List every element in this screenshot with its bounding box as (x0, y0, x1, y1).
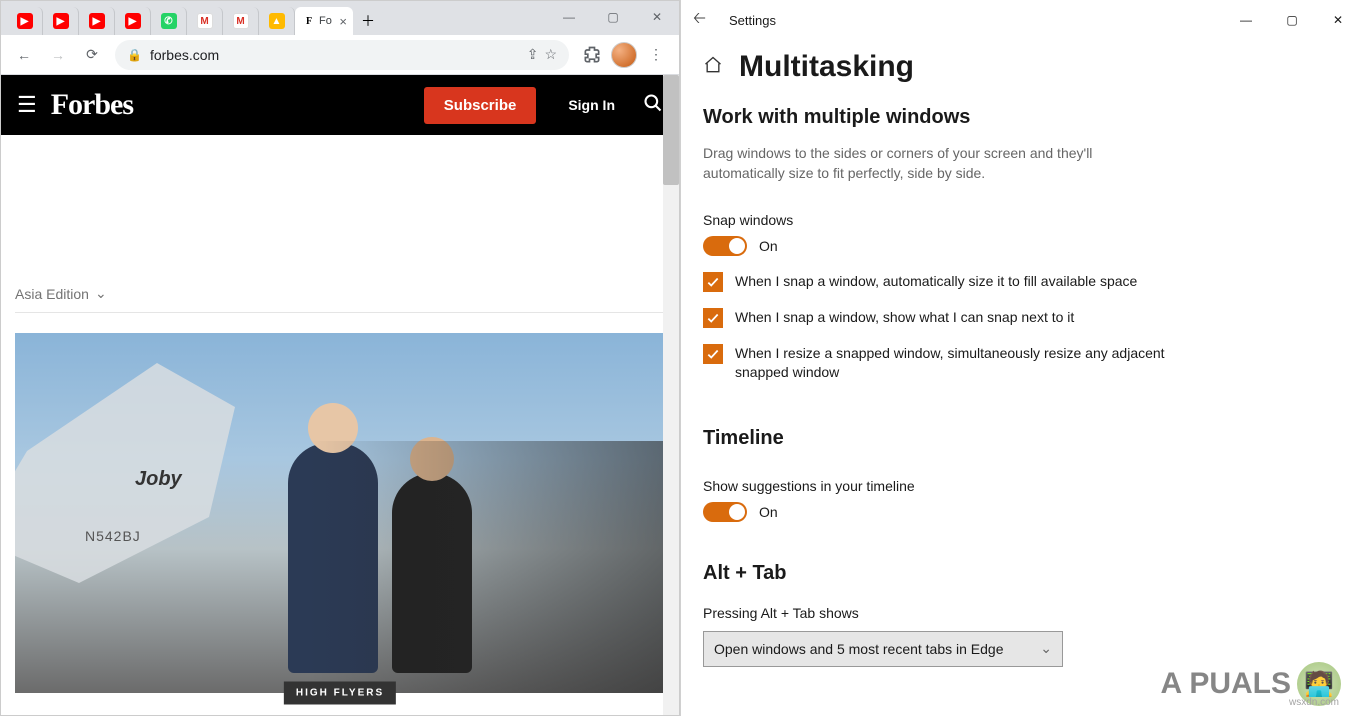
share-icon[interactable]: ⇪ (527, 46, 539, 63)
tab-item[interactable]: ▶ (43, 7, 79, 35)
minimize-button[interactable]: — (1223, 0, 1269, 40)
checkbox-snap-assist[interactable] (703, 308, 723, 328)
sign-in-link[interactable]: Sign In (568, 97, 615, 113)
page-heading: Multitasking (703, 50, 1339, 84)
timeline-suggestions-toggle[interactable] (703, 502, 747, 522)
favicon-forbes: F (301, 13, 317, 29)
checkbox-label: When I snap a window, automatically size… (735, 272, 1137, 292)
alt-tab-select[interactable]: Open windows and 5 most recent tabs in E… (703, 631, 1063, 667)
chrome-menu-icon[interactable]: ⋮ (641, 40, 671, 70)
maximize-button[interactable]: ▢ (591, 3, 635, 31)
site-logo[interactable]: Forbes (51, 88, 133, 122)
tab-item[interactable]: ▲ (259, 7, 295, 35)
chrome-titlebar: ▶ ▶ ▶ ▶ ✆ M M ▲ F Fo × ＋ — ▢ ✕ (1, 1, 679, 35)
tab-item[interactable]: ▶ (115, 7, 151, 35)
section-description: Drag windows to the sides or corners of … (703, 143, 1173, 184)
article-area: Asia Edition ⌄ Joby N542BJ HIGH FLYERS (1, 135, 679, 715)
category-tag: HIGH FLYERS (284, 682, 396, 705)
home-icon[interactable] (703, 55, 723, 80)
tab-item[interactable]: M (187, 7, 223, 35)
window-controls: — ▢ ✕ (1223, 0, 1361, 40)
checkbox-label: When I resize a snapped window, simultan… (735, 344, 1175, 383)
new-tab-button[interactable]: ＋ (353, 7, 383, 35)
app-title: Settings (729, 13, 776, 28)
chrome-toolbar: ← → ⟳ 🔒 forbes.com ⇪ ☆ ⋮ (1, 35, 679, 75)
snap-windows-toggle[interactable] (703, 236, 747, 256)
toggle-state: On (759, 504, 778, 520)
window-controls: — ▢ ✕ (547, 3, 679, 31)
tab-item[interactable]: ▶ (79, 7, 115, 35)
setting-label: Pressing Alt + Tab shows (703, 605, 1339, 621)
close-button[interactable]: ✕ (1315, 0, 1361, 40)
chrome-window: ▶ ▶ ▶ ▶ ✆ M M ▲ F Fo × ＋ — ▢ ✕ ← → ⟳ 🔒 f… (0, 0, 680, 716)
section-heading: Timeline (703, 427, 1339, 450)
close-tab-icon[interactable]: × (339, 14, 347, 29)
bookmark-icon[interactable]: ☆ (544, 46, 557, 63)
hero-article[interactable]: Joby N542BJ HIGH FLYERS (15, 333, 665, 693)
page-title: Multitasking (739, 50, 914, 84)
minimize-button[interactable]: — (547, 3, 591, 31)
site-header: ☰ Forbes Subscribe Sign In (1, 75, 679, 135)
tab-item[interactable]: ✆ (151, 7, 187, 35)
search-icon[interactable] (643, 93, 663, 118)
hamburger-icon[interactable]: ☰ (17, 92, 37, 118)
setting-label: Show suggestions in your timeline (703, 478, 1339, 494)
figure-person (392, 473, 472, 673)
scrollbar[interactable] (663, 75, 679, 715)
checkbox-autosize[interactable] (703, 272, 723, 292)
watermark-source: wsxdn.com (1289, 697, 1339, 708)
settings-window: 🡠 Settings — ▢ ✕ Multitasking Work with … (680, 0, 1361, 716)
maximize-button[interactable]: ▢ (1269, 0, 1315, 40)
setting-label: Snap windows (703, 212, 1339, 228)
toggle-state: On (759, 238, 778, 254)
tab-item[interactable]: ▶ (7, 7, 43, 35)
checkbox-label: When I snap a window, show what I can sn… (735, 308, 1074, 328)
select-value: Open windows and 5 most recent tabs in E… (714, 641, 1004, 657)
aircraft-brand-text: Joby (135, 468, 182, 491)
settings-titlebar: 🡠 Settings — ▢ ✕ (681, 0, 1361, 40)
tab-strip: ▶ ▶ ▶ ▶ ✆ M M ▲ F Fo × ＋ (7, 1, 547, 35)
scrollbar-thumb[interactable] (663, 75, 679, 185)
page-content: ☰ Forbes Subscribe Sign In Asia Edition … (1, 75, 679, 715)
back-button[interactable]: 🡠 (693, 7, 725, 34)
chevron-down-icon: ⌄ (1040, 640, 1052, 657)
section-heading: Alt + Tab (703, 562, 1339, 585)
forward-button[interactable]: → (43, 40, 73, 70)
checkbox-resize-adjacent[interactable] (703, 344, 723, 364)
chevron-down-icon: ⌄ (95, 285, 107, 302)
extensions-icon[interactable] (577, 40, 607, 70)
hero-image: Joby N542BJ (15, 333, 665, 693)
address-bar[interactable]: 🔒 forbes.com ⇪ ☆ (115, 40, 569, 70)
tab-active[interactable]: F Fo × (295, 7, 353, 35)
url-text: forbes.com (150, 47, 219, 63)
back-button[interactable]: ← (9, 40, 39, 70)
tab-item[interactable]: M (223, 7, 259, 35)
section-heading: Work with multiple windows (703, 106, 1339, 129)
close-button[interactable]: ✕ (635, 3, 679, 31)
figure-person (288, 443, 378, 673)
subscribe-button[interactable]: Subscribe (424, 87, 537, 124)
tab-label: Fo (319, 15, 332, 27)
settings-content: Multitasking Work with multiple windows … (681, 40, 1361, 677)
edition-label: Asia Edition (15, 286, 89, 302)
profile-avatar[interactable] (611, 42, 637, 68)
lock-icon: 🔒 (127, 48, 142, 62)
edition-selector[interactable]: Asia Edition ⌄ (15, 135, 665, 313)
reload-button[interactable]: ⟳ (77, 40, 107, 70)
aircraft-reg-text: N542BJ (85, 528, 141, 544)
